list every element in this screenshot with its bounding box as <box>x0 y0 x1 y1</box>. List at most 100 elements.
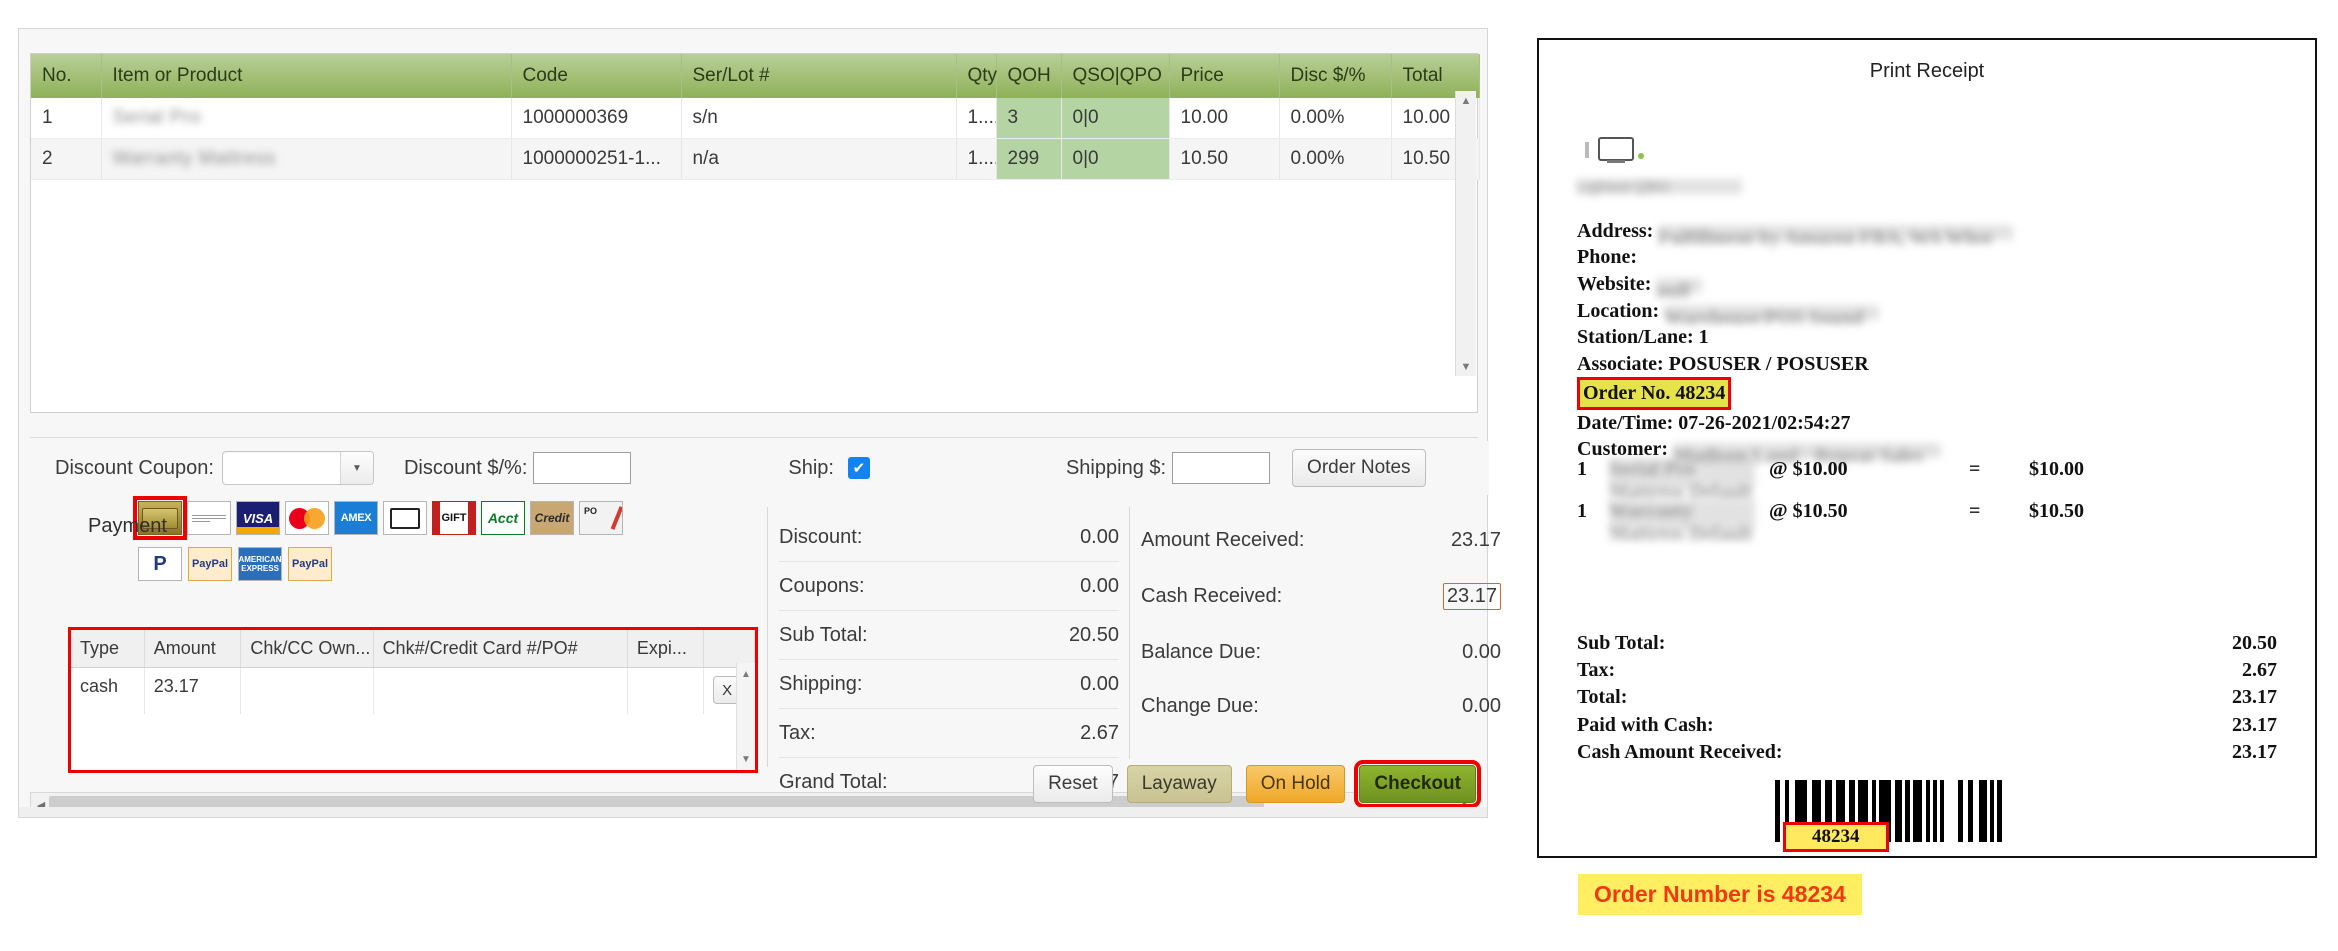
receipt-total-total: Total: 23.17 <box>1577 684 2277 711</box>
website-value-redacted: null <box>1656 277 1703 302</box>
cell-expires <box>627 667 705 714</box>
total-row-subtotal: Sub Total: 20.50 <box>779 611 1119 660</box>
payments-header-row: Type Amount Chk/CC Own... Chk#/Credit Ca… <box>71 630 755 668</box>
table-row[interactable]: 2 Warranty Mattress 1000000251-1... n/a … <box>31 138 1480 180</box>
line-equals: = <box>1969 500 1981 522</box>
cell-disc: 0.00% <box>1279 98 1392 139</box>
col-type[interactable]: Type <box>71 630 145 668</box>
col-serlot[interactable]: Ser/Lot # <box>681 54 957 98</box>
payment-icon-mastercard[interactable] <box>285 501 329 535</box>
layaway-button[interactable]: Layaway <box>1126 765 1232 803</box>
payment-icon-paypal-mark[interactable]: P <box>138 547 182 581</box>
value: 0.00 <box>1462 641 1501 663</box>
cell-item: Warranty Mattress <box>101 138 512 180</box>
payment-icon-purchase-order[interactable]: PO <box>579 501 623 535</box>
items-vertical-scrollbar[interactable]: ▲ ▼ <box>1455 91 1476 376</box>
payment-icon-account[interactable]: Acct <box>481 501 525 535</box>
col-qso-qpo[interactable]: QSO|QPO <box>1061 54 1170 98</box>
col-item[interactable]: Item or Product <box>101 54 512 98</box>
value: 2.67 <box>2242 659 2277 682</box>
receipt-order-info: Location: Warehouse/POS Sound Station/La… <box>1577 298 1942 467</box>
action-buttons: Reset Layaway On Hold Checkout <box>1033 760 1481 808</box>
payment-icon-american-express[interactable]: AMERICAN EXPRESS <box>238 547 282 581</box>
payment-icon-check[interactable] <box>187 501 231 535</box>
col-no[interactable]: No. <box>31 54 102 98</box>
col-owner[interactable]: Chk/CC Own... <box>240 630 374 668</box>
cell-no: 1 <box>31 98 102 139</box>
value: 2.67 <box>1080 722 1119 744</box>
scroll-up-icon[interactable]: ▲ <box>737 665 755 683</box>
cell-number <box>373 667 628 714</box>
order-notes-button[interactable]: Order Notes <box>1292 449 1426 487</box>
receipt-total-cash-received: Cash Amount Received: 23.17 <box>1577 739 2277 766</box>
payment-icon-gift[interactable]: GIFT <box>432 501 476 535</box>
receipt-total-tax: Tax: 2.67 <box>1577 657 2277 684</box>
location-value-redacted: Warehouse/POS Sound <box>1664 304 1880 329</box>
col-code[interactable]: Code <box>511 54 682 98</box>
col-price[interactable]: Price <box>1169 54 1280 98</box>
line-name-redacted: Warranty Mattress Default <box>1609 500 1755 545</box>
cell-serlot: n/a <box>681 138 957 180</box>
address-line: Address: Fulfillment by Amazon FBA, WA W… <box>1577 218 2014 249</box>
receipt-contact-info: Address: Fulfillment by Amazon FBA, WA W… <box>1577 218 2014 302</box>
col-qty[interactable]: Qty <box>956 54 997 98</box>
col-number[interactable]: Chk#/Credit Card #/PO# <box>373 630 628 668</box>
label: Sub Total: <box>1577 632 1666 654</box>
line-amount: $10.50 <box>2029 500 2084 522</box>
reset-button[interactable]: Reset <box>1033 765 1113 803</box>
pos-order-panel: No. Item or Product Code Ser/Lot # Qty Q… <box>18 28 1501 818</box>
website-label: Website: <box>1577 272 1652 295</box>
cell-type: cash <box>71 667 145 714</box>
scroll-up-icon[interactable]: ▲ <box>1456 91 1476 110</box>
discount-amount-label: Discount $/%: <box>403 456 528 479</box>
ship-checkbox[interactable]: ✔ <box>847 457 870 479</box>
checkout-button[interactable]: Checkout <box>1354 760 1481 808</box>
check-icon: ✔ <box>852 459 866 477</box>
line-equals: = <box>1969 458 1981 480</box>
payment-icon-paypal[interactable]: PayPal <box>188 547 232 581</box>
value: 23.17 <box>2232 713 2277 736</box>
payment-icon-visa[interactable]: VISA <box>236 501 280 535</box>
total-row-discount: Discount: 0.00 <box>779 513 1119 562</box>
value: 23.17 <box>1450 529 1501 551</box>
item-name-redacted: Serial Pro <box>112 107 201 128</box>
col-disc[interactable]: Disc $/% <box>1279 54 1392 98</box>
col-qoh[interactable]: QOH <box>996 54 1062 98</box>
order-totals: Discount: 0.00 Coupons: 0.00 Sub Total: … <box>779 513 1119 806</box>
shipping-amount-input[interactable] <box>1172 452 1271 484</box>
chevron-down-icon[interactable]: ▼ <box>339 452 373 484</box>
annotation-callout: Order Number is 48234 <box>1578 874 1862 915</box>
value: 23.17 <box>2232 686 2277 709</box>
payment-icon-credit-card[interactable] <box>383 501 427 535</box>
payment-icon-paypal-credit[interactable]: PayPal <box>288 547 332 581</box>
cell-amount: 23.17 <box>144 667 242 714</box>
location-line: Location: Warehouse/POS Sound <box>1577 298 1941 329</box>
cell-price: 10.50 <box>1169 138 1280 180</box>
total-row-tax: Tax: 2.67 <box>779 709 1119 758</box>
scroll-down-icon[interactable]: ▼ <box>737 750 755 768</box>
payment-icon-credit[interactable]: Credit <box>530 501 574 535</box>
cash-received-value[interactable]: 23.17 <box>1442 583 1501 610</box>
discount-coupon-select[interactable]: ▼ <box>221 451 374 485</box>
discount-amount-input[interactable] <box>533 452 632 484</box>
col-amount[interactable]: Amount <box>144 630 242 668</box>
cell-code: 1000000369 <box>511 98 682 139</box>
scroll-down-icon[interactable]: ▼ <box>1456 357 1476 376</box>
payments-vertical-scrollbar[interactable]: ▲ ▼ <box>736 663 755 770</box>
on-hold-button[interactable]: On Hold <box>1245 765 1346 803</box>
table-row[interactable]: cash 23.17 X <box>71 667 755 714</box>
payment-icon-amex[interactable]: AMEX <box>334 501 378 535</box>
total-row-shipping: Shipping: 0.00 <box>779 660 1119 709</box>
divider <box>767 507 768 767</box>
table-row[interactable]: 1 Serial Pro 1000000369 s/n 1.... 3 0|0 … <box>31 98 1480 139</box>
label: Grand Total: <box>779 771 888 793</box>
discount-shipping-bar: Discount Coupon: ▼ Discount $/%: Ship: ✔… <box>19 441 1489 495</box>
col-expires[interactable]: Expi... <box>627 630 705 668</box>
line-qty: 1 <box>1577 500 1587 522</box>
items-header-row: No. Item or Product Code Ser/Lot # Qty Q… <box>31 54 1480 98</box>
customer-label: Customer: <box>1577 437 1669 460</box>
line-unit-price: @ $10.50 <box>1769 500 1848 522</box>
label: Cash Amount Received: <box>1577 740 1783 763</box>
summary-row-balance-due: Balance Due: 0.00 <box>1141 625 1501 679</box>
cell-qty: 1.... <box>956 138 997 180</box>
